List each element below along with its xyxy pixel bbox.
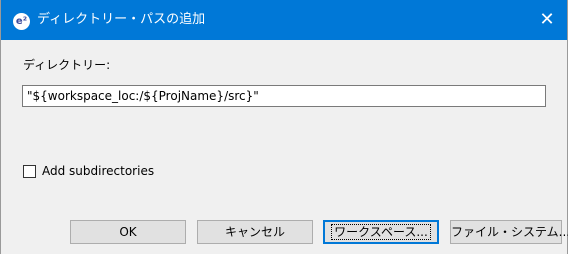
directory-label: ディレクトリー: xyxy=(23,58,111,72)
title-bar: e² ディレクトリー・パスの追加 ✕ xyxy=(1,0,567,40)
add-directory-path-dialog: e² ディレクトリー・パスの追加 ✕ ディレクトリー: Add subdirec… xyxy=(0,0,568,254)
workspace-button-label[interactable]: ワークスペース... xyxy=(331,224,431,240)
workspace-button[interactable]: ワークスペース... xyxy=(323,220,439,244)
add-subdirectories-checkbox[interactable]: Add subdirectories xyxy=(23,163,154,179)
dialog-title: ディレクトリー・パスの追加 xyxy=(37,12,206,27)
close-icon[interactable]: ✕ xyxy=(527,0,567,40)
add-subdirectories-label[interactable]: Add subdirectories xyxy=(42,163,154,179)
cancel-button[interactable]: キャンセル xyxy=(197,220,313,244)
eclipse-app-icon: e² xyxy=(13,13,30,30)
checkbox-box[interactable] xyxy=(23,164,36,178)
file-system-button[interactable]: ファイル・システム... xyxy=(450,220,568,244)
directory-input[interactable] xyxy=(22,85,546,107)
dialog-content: ディレクトリー: Add subdirectories OK キャンセル ワーク… xyxy=(1,40,568,254)
ok-button[interactable]: OK xyxy=(70,220,186,244)
